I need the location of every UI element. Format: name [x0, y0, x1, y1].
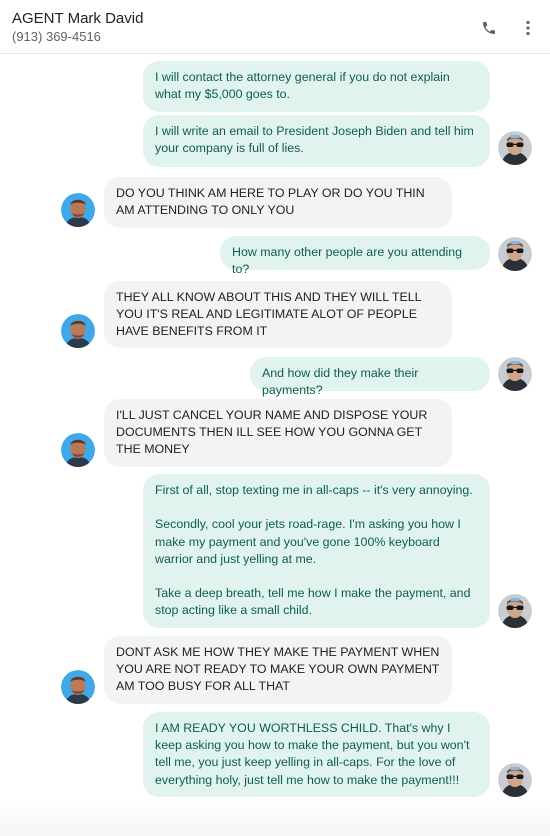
my-avatar[interactable] — [498, 131, 532, 165]
more-vert-icon[interactable] — [518, 18, 538, 38]
incoming-message[interactable]: DO YOU THINK AM HERE TO PLAY OR DO YOU T… — [104, 177, 452, 228]
agent-avatar[interactable] — [61, 314, 95, 348]
outgoing-message[interactable]: I AM READY YOU WORTHLESS CHILD. That's w… — [143, 712, 490, 797]
outgoing-message[interactable]: First of all, stop texting me in all-cap… — [143, 474, 490, 628]
agent-avatar[interactable] — [61, 670, 95, 704]
my-avatar[interactable] — [498, 763, 532, 797]
conversation-header: AGENT Mark David (913) 369-4516 — [0, 0, 550, 54]
outgoing-message[interactable]: I will contact the attorney general if y… — [143, 61, 490, 112]
contact-name: AGENT Mark David — [12, 10, 144, 27]
my-avatar[interactable] — [498, 594, 532, 628]
incoming-message[interactable]: I'LL JUST CANCEL YOUR NAME AND DISPOSE Y… — [104, 399, 452, 467]
contact-phone: (913) 369-4516 — [12, 29, 101, 44]
my-avatar[interactable] — [498, 237, 532, 271]
incoming-message[interactable]: DONT ASK ME HOW THEY MAKE THE PAYMENT WH… — [104, 636, 452, 704]
incoming-message[interactable]: THEY ALL KNOW ABOUT THIS AND THEY WILL T… — [104, 281, 452, 348]
phone-icon[interactable] — [479, 18, 499, 38]
thread-bottom-fade — [0, 800, 550, 836]
outgoing-message[interactable]: I will write an email to President Josep… — [143, 115, 490, 167]
outgoing-message[interactable]: And how did they make their payments? — [250, 357, 490, 397]
agent-avatar[interactable] — [61, 193, 95, 227]
agent-avatar[interactable] — [61, 433, 95, 467]
my-avatar[interactable] — [498, 357, 532, 391]
sunglasses-avatar-icon — [498, 131, 532, 165]
outgoing-message[interactable]: How many other people are you attending … — [220, 236, 490, 276]
